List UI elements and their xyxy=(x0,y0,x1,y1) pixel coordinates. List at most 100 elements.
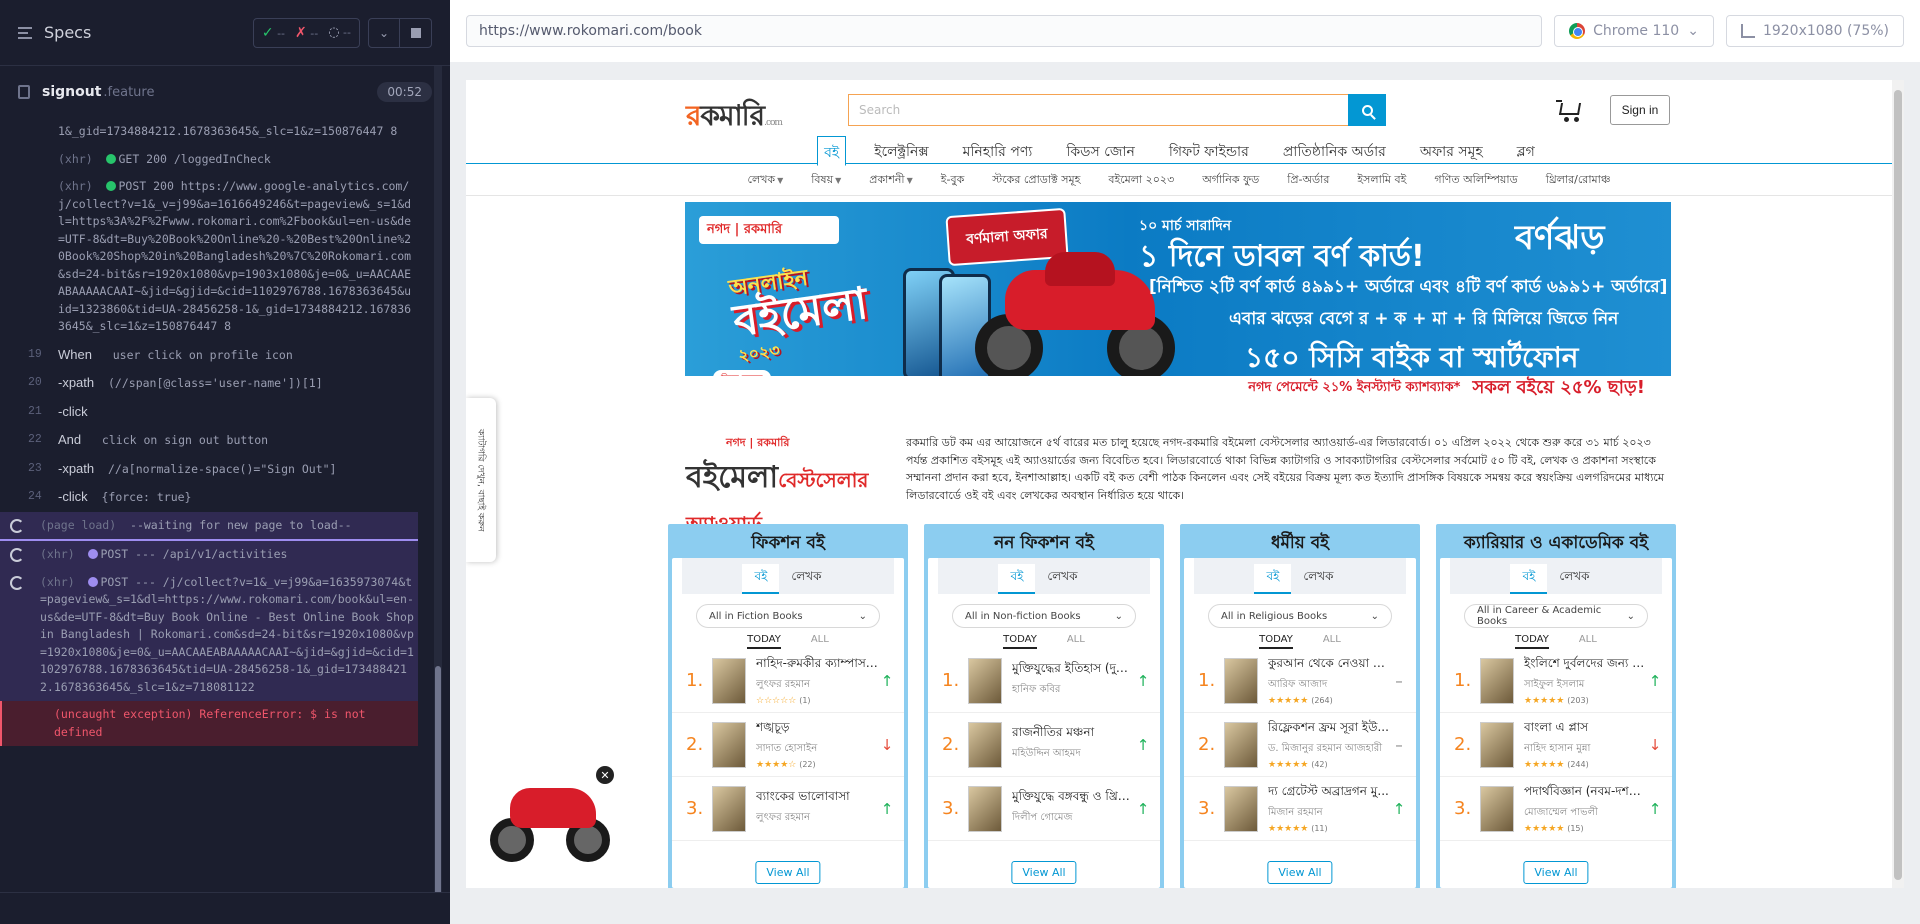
filter-all[interactable]: ALL xyxy=(1323,634,1341,649)
book-cover[interactable] xyxy=(1480,657,1514,704)
log-entry[interactable]: 24 -click {force: true} xyxy=(28,483,418,512)
log-entry[interactable]: (xhr) GET 200 /loggedInCheck xyxy=(28,146,418,174)
book-author[interactable]: মিজান রহমান xyxy=(1268,805,1390,822)
viewport-info[interactable]: 1920x1080 (75%) xyxy=(1725,15,1904,47)
url-bar[interactable]: https://www.rokomari.com/book xyxy=(466,15,1543,47)
log-entry[interactable]: 1&_gid=1734884212.1678363645&_slc=1&z=15… xyxy=(28,118,418,146)
tab-authors[interactable]: লেখক xyxy=(1291,564,1345,594)
book-title[interactable]: ব্যাংকের ভালোবাসা xyxy=(756,788,878,808)
book-row[interactable]: 3. দ্য গ্রেটেস্ট অব্রাদ্রগন মু... মিজান … xyxy=(1184,777,1416,841)
category-dropdown[interactable]: All in Fiction Books ⌄ xyxy=(696,604,880,628)
sub-nav-item[interactable]: থ্রিলার/রোমাঞ্চ xyxy=(1546,171,1611,190)
book-cover[interactable] xyxy=(1224,657,1258,704)
book-cover[interactable] xyxy=(1480,721,1514,768)
category-dropdown[interactable]: All in Non-fiction Books ⌄ xyxy=(952,604,1136,628)
book-row[interactable]: 1. মুক্তিযুদ্ধের ইতিহাস (দুই খণ্ড এ... হ… xyxy=(928,649,1160,713)
view-all-button[interactable]: View All xyxy=(1011,861,1077,884)
cart-icon[interactable] xyxy=(1556,100,1582,122)
sub-nav-item[interactable]: ই-বুক xyxy=(941,171,965,190)
sub-nav-item[interactable]: বিষয় ▼ xyxy=(811,171,841,190)
book-row[interactable]: 3. মুক্তিযুদ্ধে বঙ্গবন্ধু ও খ্রিস্টা... … xyxy=(928,777,1160,841)
tab-authors[interactable]: লেখক xyxy=(1035,564,1089,594)
book-author[interactable]: লুৎফর রহমান xyxy=(756,677,878,694)
category-side-tab[interactable]: ক্যাটাগরি দেখুন, বাছাই করুন xyxy=(466,398,496,562)
filter-today[interactable]: TODAY xyxy=(1259,634,1293,649)
book-row[interactable]: 2. রিফ্লেকশন ফ্রম সূরা ইউ... ড. মিজানুর … xyxy=(1184,713,1416,777)
book-author[interactable]: সাইফুল ইসলাম xyxy=(1524,677,1646,694)
sub-nav-item[interactable]: ইসলামি বই xyxy=(1357,171,1406,190)
book-row[interactable]: 2. বাংলা এ প্লাস নাহিদ হাসান মুন্না ★★★★… xyxy=(1440,713,1672,777)
spec-row[interactable]: signout .feature 00:52 xyxy=(0,66,450,118)
book-title[interactable]: পদার্থবিজ্ঞান (নবম-দশম ... xyxy=(1524,783,1646,803)
tab-books[interactable]: বই xyxy=(742,564,780,594)
log-entry[interactable]: 19 When user click on profile icon xyxy=(28,341,418,370)
sub-nav-item[interactable]: বইমেলা ২০২৩ xyxy=(1108,171,1174,190)
book-author[interactable]: হানিফ কবির xyxy=(1012,682,1134,699)
book-row[interactable]: 2. রাজনীতির মঞ্চনা মহিউদ্দিন আহমদ ↑ xyxy=(928,713,1160,777)
log-entry[interactable]: 21 -click xyxy=(28,398,418,427)
tab-books[interactable]: বই xyxy=(1510,564,1548,594)
browser-selector[interactable]: Chrome 110 ⌄ xyxy=(1554,15,1714,47)
tab-books[interactable]: বই xyxy=(998,564,1036,594)
log-entry[interactable]: (xhr) POST --- /api/v1/activities xyxy=(0,541,418,569)
book-title[interactable]: বাংলা এ প্লাস xyxy=(1524,719,1646,739)
book-cover[interactable] xyxy=(968,657,1002,704)
nav-item-blog[interactable]: ব্লগ xyxy=(1511,136,1541,164)
book-title[interactable]: কুরআন থেকে নেওয়া জী... xyxy=(1268,655,1390,675)
book-row[interactable]: 1. ইংলিশে দুর্বলদের জন্য V... সাইফুল ইসল… xyxy=(1440,649,1672,713)
category-dropdown[interactable]: All in Career & Academic Books ⌄ xyxy=(1464,604,1648,628)
chevron-down-button[interactable]: ⌄ xyxy=(368,17,400,48)
floating-bike-promo[interactable]: ✕ xyxy=(490,766,614,870)
view-all-button[interactable]: View All xyxy=(1523,861,1589,884)
book-row[interactable]: 2. শঙ্খচূড় সাদাত হোসাইন ★★★★☆ (22) ↓ xyxy=(672,713,904,777)
view-all-button[interactable]: View All xyxy=(755,861,821,884)
book-cover[interactable] xyxy=(968,721,1002,768)
stop-button[interactable] xyxy=(400,17,432,48)
book-title[interactable]: মুক্তিযুদ্ধের ইতিহাস (দুই খণ্ড এ... xyxy=(1012,660,1134,680)
book-row[interactable]: 1. কুরআন থেকে নেওয়া জী... আরিফ আজাদ ★★★… xyxy=(1184,649,1416,713)
page-scrollbar[interactable] xyxy=(1892,80,1904,888)
filter-today[interactable]: TODAY xyxy=(1003,634,1037,649)
book-title[interactable]: রিফ্লেকশন ফ্রম সূরা ইউ... xyxy=(1268,719,1390,739)
sub-nav-item[interactable]: লেখক ▼ xyxy=(748,171,784,190)
close-icon[interactable]: ✕ xyxy=(596,766,614,784)
nav-item-gift-finder[interactable]: গিফট ফাইন্ডার xyxy=(1163,136,1255,164)
nav-item-institutional[interactable]: প্রাতিষ্ঠানিক অর্ডার xyxy=(1277,136,1392,164)
search-input[interactable]: Search xyxy=(848,94,1348,126)
book-title[interactable]: শঙ্খচূড় xyxy=(756,719,878,739)
book-author[interactable]: নাহিদ হাসান মুন্না xyxy=(1524,741,1646,758)
log-entry[interactable]: 23 -xpath //a[normalize-space()="Sign Ou… xyxy=(28,455,418,484)
nav-item-kids[interactable]: কিডস জোন xyxy=(1060,136,1140,164)
nav-item-offers[interactable]: অফার সমূহ xyxy=(1414,136,1489,164)
sub-nav-item[interactable]: প্রি-অর্ডার xyxy=(1287,171,1329,190)
sub-nav-item[interactable]: অর্গানিক ফুড xyxy=(1202,171,1259,190)
book-author[interactable]: আরিফ আজাদ xyxy=(1268,677,1390,694)
book-row[interactable]: 1. নাহিদ-রুমকীর ক্যাম্পাস ... লুৎফর রহমা… xyxy=(672,649,904,713)
filter-all[interactable]: ALL xyxy=(1579,634,1597,649)
book-title[interactable]: মুক্তিযুদ্ধে বঙ্গবন্ধু ও খ্রিস্টা... xyxy=(1012,788,1134,808)
book-author[interactable]: মোজাম্মেল পাভলী xyxy=(1524,805,1646,822)
sub-nav-item[interactable]: গণিত অলিম্পিয়াড xyxy=(1434,171,1517,190)
category-dropdown[interactable]: All in Religious Books ⌄ xyxy=(1208,604,1392,628)
book-title[interactable]: নাহিদ-রুমকীর ক্যাম্পাস ... xyxy=(756,655,878,675)
book-cover[interactable] xyxy=(1224,785,1258,832)
sub-nav-item[interactable]: প্রকাশনী ▼ xyxy=(869,171,912,190)
book-cover[interactable] xyxy=(712,657,746,704)
book-cover[interactable] xyxy=(712,785,746,832)
sub-nav-item[interactable]: স্টকের প্রোডাক্ট সমূহ xyxy=(992,171,1080,190)
book-author[interactable]: ড. মিজানুর রহমান আজহারী xyxy=(1268,741,1390,758)
nav-item-books[interactable]: বই xyxy=(817,136,847,166)
log-entry[interactable]: 22 And click on sign out button xyxy=(28,426,418,455)
filter-all[interactable]: ALL xyxy=(1067,634,1085,649)
book-author[interactable]: দিলীপ গোমেজ xyxy=(1012,810,1134,827)
book-row[interactable]: 3. ব্যাংকের ভালোবাসা লুৎফর রহমান ↑ xyxy=(672,777,904,841)
specs-nav[interactable]: Specs xyxy=(18,23,91,42)
nav-item-stationery[interactable]: মনিহারি পণ্য xyxy=(957,136,1039,164)
runner-scrollbar[interactable] xyxy=(434,66,442,896)
site-logo[interactable]: রকমারি.com xyxy=(686,94,783,141)
book-title[interactable]: রাজনীতির মঞ্চনা xyxy=(1012,724,1134,744)
book-author[interactable]: লুৎফর রহমান xyxy=(756,810,878,827)
book-row[interactable]: 3. পদার্থবিজ্ঞান (নবম-দশম ... মোজাম্মেল … xyxy=(1440,777,1672,841)
book-author[interactable]: মহিউদ্দিন আহমদ xyxy=(1012,746,1134,763)
tab-books[interactable]: বই xyxy=(1254,564,1292,594)
